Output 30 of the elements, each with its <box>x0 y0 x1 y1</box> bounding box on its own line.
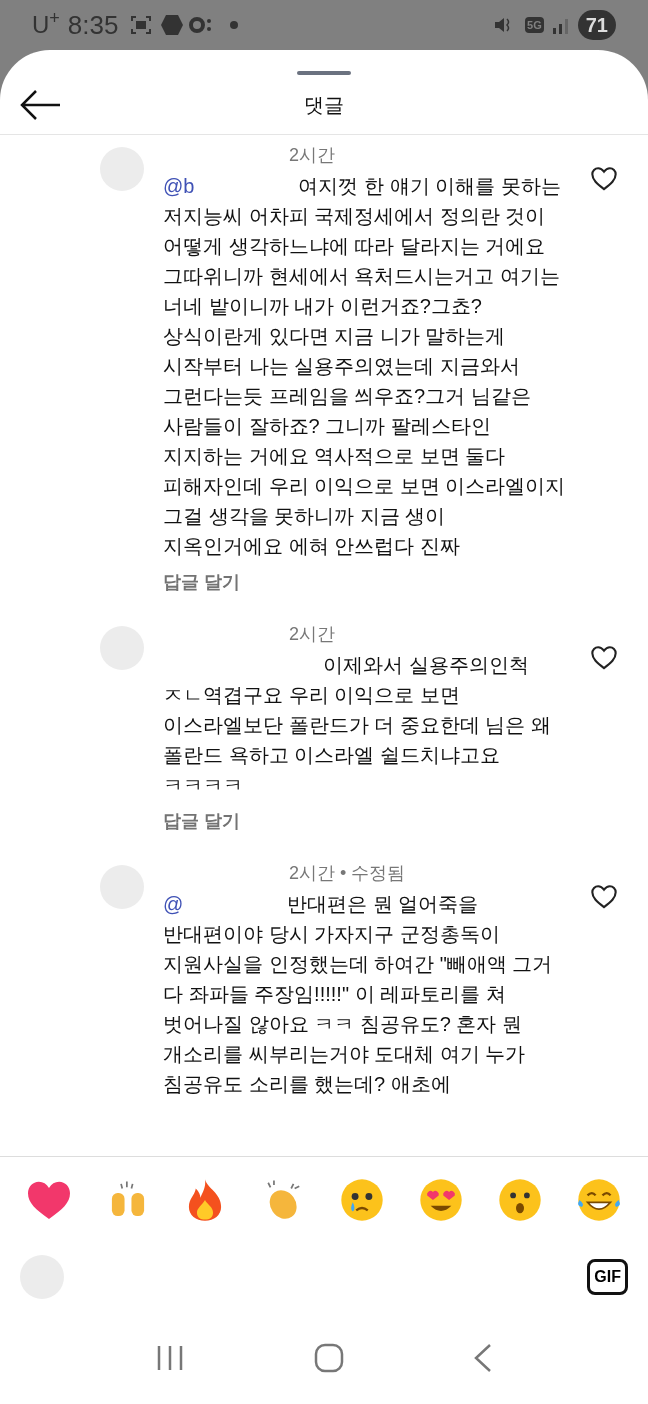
mention-link[interactable]: @b <box>163 175 195 197</box>
back-arrow-icon[interactable] <box>20 88 62 121</box>
comment-meta: 2시간 • 수정됨 <box>288 862 407 885</box>
signal-icon <box>551 16 570 34</box>
comment-meta: 2시간 <box>288 623 336 646</box>
comment-text: @ 반대편은 뭔 얼어죽을 반대편이야 당시 가자지구 군정총독이 지원사실을 인정했는데 하여간 "빼애액 그거 다 좌파들 주장임!!!!!" 이 레파토리를 쳐 벗어나질 않아요 ㅋㅋ 침공유도? 혼자 뭔 개소리를 씨부리는거야 도대체 여기 누가 침공유도 소리를 했는데? 애초에 <box>163 892 554 1097</box>
screenshot-icon <box>130 15 153 35</box>
mention-link[interactable]: @ <box>163 893 184 915</box>
drag-handle[interactable] <box>297 71 351 75</box>
reply-button[interactable]: 답글 달기 <box>163 808 240 835</box>
clock: 8:35 <box>67 8 119 42</box>
laughing-face-icon[interactable] <box>576 1176 622 1223</box>
battery-indicator: 71 <box>577 10 616 40</box>
like-icon[interactable] <box>590 883 618 909</box>
like-icon[interactable] <box>590 165 618 191</box>
home-icon[interactable] <box>314 1343 344 1373</box>
network-label: 5G <box>525 16 544 34</box>
crying-face-icon[interactable] <box>338 1176 385 1223</box>
gif-button[interactable]: GIF <box>587 1259 628 1295</box>
hexagon-icon <box>160 14 185 36</box>
comment-text: 이제와서 실용주의인척 ㅈㄴ역겹구요 우리 이익으로 보면 이스라엘보단 폴란드가 더 중요한데 님은 왜 폴란드 욕하고 이스라엘 쉴드치냐고요 ㅋㅋㅋㅋ <box>163 653 552 798</box>
carrier-label: U$^{+}$ <box>32 7 60 40</box>
dot-icon <box>230 21 239 29</box>
reply-button[interactable]: 답글 달기 <box>163 569 240 596</box>
surprised-face-icon[interactable] <box>496 1176 543 1223</box>
comment-text: @b 여지껏 한 얘기 이해를 못하는 저지능씨 어차피 국제정세에서 정의란 것이 어떻게 생각하느냐에 따라 달라지는 거에요 그따위니까 현세에서 욕처드시는거고 여기는 너네 밭이니까 내가 이런거죠?그쵸? 상식이란게 있다면 지금 니가 말하는게 시작부터 나는 실용주의였는데 지금와서 그런다는듯 프레임을 씌우죠?그거 님같은 사람들이 잘하죠? 그니까 팔레스타인 지지하는 거에요 역사적으로 보면 둘다 피해자인데 우리 이익으로 보면 이스라엘이지 그걸 생각을 못하니까 지금 생이 지옥인거에요 에혀 안쓰럽다 진짜 <box>163 174 567 559</box>
like-icon[interactable] <box>590 644 618 670</box>
sheet-title: 댓글 <box>304 92 344 118</box>
heart-eyes-face-icon[interactable] <box>417 1176 464 1223</box>
comment-meta: 2시간 <box>288 144 336 167</box>
